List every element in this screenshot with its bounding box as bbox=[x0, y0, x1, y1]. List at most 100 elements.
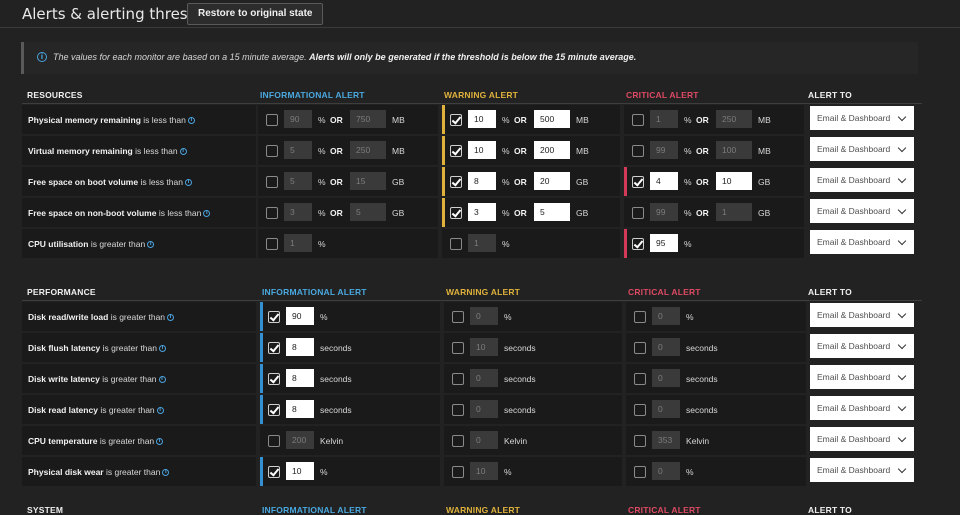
informational-value-input[interactable]: 5 bbox=[284, 172, 312, 190]
informational-secondary-value-input[interactable]: 750 bbox=[350, 110, 386, 128]
critical-secondary-value-input[interactable]: 1 bbox=[716, 203, 752, 221]
critical-enable-checkbox[interactable] bbox=[632, 238, 644, 250]
alert-to-select[interactable]: Email & Dashboard bbox=[810, 137, 914, 161]
warning-value-input[interactable]: 0 bbox=[470, 307, 498, 325]
restore-original-button[interactable]: Restore to original state bbox=[187, 3, 324, 25]
critical-value-input[interactable]: 0 bbox=[652, 400, 680, 418]
warning-enable-checkbox[interactable] bbox=[452, 342, 464, 354]
informational-enable-checkbox[interactable] bbox=[268, 342, 280, 354]
critical-value-input[interactable]: 4 bbox=[650, 172, 678, 190]
informational-secondary-value-input[interactable]: 5 bbox=[350, 203, 386, 221]
critical-enable-checkbox[interactable] bbox=[632, 176, 644, 188]
critical-secondary-value-input[interactable]: 250 bbox=[716, 110, 752, 128]
informational-enable-checkbox[interactable] bbox=[266, 114, 278, 126]
critical-enable-checkbox[interactable] bbox=[634, 342, 646, 354]
warning-enable-checkbox[interactable] bbox=[450, 207, 462, 219]
critical-enable-checkbox[interactable] bbox=[634, 435, 646, 447]
warning-secondary-value-input[interactable]: 20 bbox=[534, 172, 570, 190]
warning-value-input[interactable]: 0 bbox=[470, 400, 498, 418]
info-icon[interactable]: i bbox=[147, 241, 155, 249]
alert-to-select[interactable]: Email & Dashboard bbox=[810, 230, 914, 254]
alert-to-select[interactable]: Email & Dashboard bbox=[810, 168, 914, 192]
warning-secondary-value-input[interactable]: 200 bbox=[534, 141, 570, 159]
informational-value-input[interactable]: 5 bbox=[284, 141, 312, 159]
alert-to-select[interactable]: Email & Dashboard bbox=[810, 199, 914, 223]
warning-enable-checkbox[interactable] bbox=[452, 373, 464, 385]
alert-to-select[interactable]: Email & Dashboard bbox=[810, 365, 914, 389]
critical-value-input[interactable]: 99 bbox=[650, 141, 678, 159]
warning-secondary-value-input[interactable]: 5 bbox=[534, 203, 570, 221]
alert-to-select[interactable]: Email & Dashboard bbox=[810, 106, 914, 130]
critical-enable-checkbox[interactable] bbox=[632, 145, 644, 157]
informational-enable-checkbox[interactable] bbox=[266, 238, 278, 250]
warning-value-input[interactable]: 0 bbox=[470, 369, 498, 387]
warning-value-input[interactable]: 8 bbox=[468, 172, 496, 190]
info-icon[interactable]: i bbox=[187, 117, 195, 125]
warning-value-input[interactable]: 1 bbox=[468, 234, 496, 252]
critical-enable-checkbox[interactable] bbox=[632, 114, 644, 126]
informational-enable-checkbox[interactable] bbox=[268, 404, 280, 416]
informational-value-input[interactable]: 200 bbox=[286, 431, 314, 449]
alert-to-select[interactable]: Email & Dashboard bbox=[810, 334, 914, 358]
alert-to-select[interactable]: Email & Dashboard bbox=[810, 396, 914, 420]
informational-enable-checkbox[interactable] bbox=[266, 207, 278, 219]
critical-value-input[interactable]: 353 bbox=[652, 431, 680, 449]
warning-enable-checkbox[interactable] bbox=[452, 466, 464, 478]
alert-to-select[interactable]: Email & Dashboard bbox=[810, 427, 914, 451]
critical-enable-checkbox[interactable] bbox=[634, 311, 646, 323]
critical-secondary-value-input[interactable]: 10 bbox=[716, 172, 752, 190]
info-icon[interactable]: i bbox=[184, 179, 192, 187]
critical-enable-checkbox[interactable] bbox=[634, 466, 646, 478]
informational-enable-checkbox[interactable] bbox=[266, 176, 278, 188]
warning-secondary-value-input[interactable]: 500 bbox=[534, 110, 570, 128]
info-icon[interactable]: i bbox=[162, 469, 170, 477]
warning-enable-checkbox[interactable] bbox=[450, 145, 462, 157]
warning-enable-checkbox[interactable] bbox=[450, 114, 462, 126]
info-icon[interactable]: i bbox=[156, 438, 164, 446]
warning-value-input[interactable]: 10 bbox=[470, 462, 498, 480]
informational-enable-checkbox[interactable] bbox=[268, 373, 280, 385]
informational-enable-checkbox[interactable] bbox=[268, 435, 280, 447]
info-icon[interactable]: i bbox=[158, 376, 166, 384]
critical-value-input[interactable]: 99 bbox=[650, 203, 678, 221]
informational-secondary-value-input[interactable]: 250 bbox=[350, 141, 386, 159]
informational-value-input[interactable]: 1 bbox=[284, 234, 312, 252]
warning-value-input[interactable]: 3 bbox=[468, 203, 496, 221]
critical-value-input[interactable]: 1 bbox=[650, 110, 678, 128]
informational-value-input[interactable]: 8 bbox=[286, 369, 314, 387]
info-icon[interactable]: i bbox=[156, 407, 164, 415]
critical-value-input[interactable]: 0 bbox=[652, 307, 680, 325]
informational-enable-checkbox[interactable] bbox=[266, 145, 278, 157]
informational-value-input[interactable]: 10 bbox=[286, 462, 314, 480]
warning-value-input[interactable]: 10 bbox=[468, 141, 496, 159]
warning-value-input[interactable]: 10 bbox=[470, 338, 498, 356]
informational-value-input[interactable]: 8 bbox=[286, 338, 314, 356]
critical-enable-checkbox[interactable] bbox=[634, 404, 646, 416]
warning-enable-checkbox[interactable] bbox=[452, 435, 464, 447]
info-icon[interactable]: i bbox=[167, 314, 175, 322]
informational-secondary-value-input[interactable]: 15 bbox=[350, 172, 386, 190]
critical-enable-checkbox[interactable] bbox=[632, 207, 644, 219]
warning-value-input[interactable]: 0 bbox=[470, 431, 498, 449]
critical-enable-checkbox[interactable] bbox=[634, 373, 646, 385]
info-icon[interactable]: i bbox=[203, 210, 211, 218]
warning-value-input[interactable]: 10 bbox=[468, 110, 496, 128]
alert-to-select[interactable]: Email & Dashboard bbox=[810, 303, 914, 327]
critical-value-input[interactable]: 0 bbox=[652, 369, 680, 387]
warning-enable-checkbox[interactable] bbox=[450, 238, 462, 250]
informational-enable-checkbox[interactable] bbox=[268, 466, 280, 478]
warning-enable-checkbox[interactable] bbox=[450, 176, 462, 188]
informational-value-input[interactable]: 8 bbox=[286, 400, 314, 418]
informational-value-input[interactable]: 90 bbox=[284, 110, 312, 128]
alert-to-select[interactable]: Email & Dashboard bbox=[810, 458, 914, 482]
critical-value-input[interactable]: 95 bbox=[650, 234, 678, 252]
critical-value-input[interactable]: 0 bbox=[652, 338, 680, 356]
critical-secondary-value-input[interactable]: 100 bbox=[716, 141, 752, 159]
info-icon[interactable]: i bbox=[179, 148, 187, 156]
critical-value-input[interactable]: 0 bbox=[652, 462, 680, 480]
informational-enable-checkbox[interactable] bbox=[268, 311, 280, 323]
informational-value-input[interactable]: 90 bbox=[286, 307, 314, 325]
warning-enable-checkbox[interactable] bbox=[452, 311, 464, 323]
warning-enable-checkbox[interactable] bbox=[452, 404, 464, 416]
info-icon[interactable]: i bbox=[159, 345, 166, 353]
